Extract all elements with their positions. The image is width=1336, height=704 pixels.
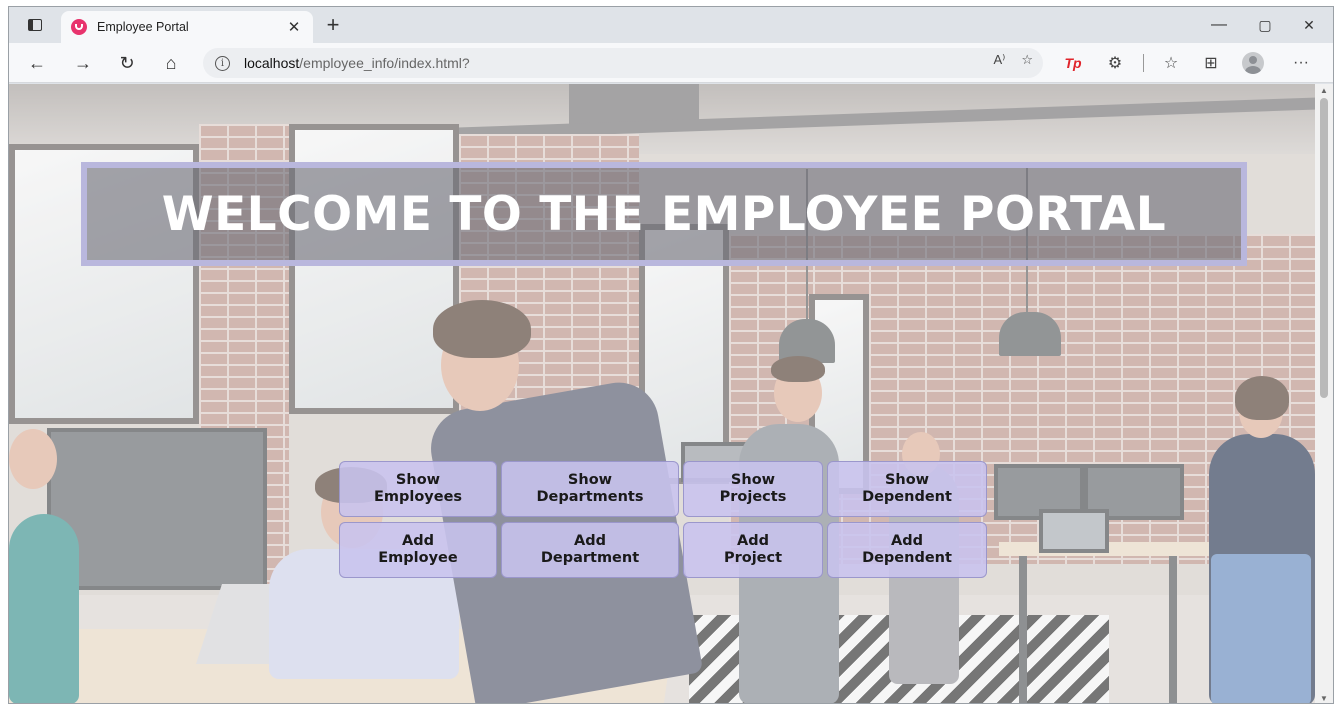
favorites-icon[interactable]: ☆ bbox=[1155, 47, 1187, 79]
site-info-icon[interactable]: i bbox=[215, 55, 230, 71]
page-viewport: WELCOME TO THE EMPLOYEE PORTAL Show Empl… bbox=[9, 84, 1317, 703]
add-department-button[interactable]: Add Department bbox=[501, 522, 679, 578]
url-host: localhost bbox=[244, 55, 300, 71]
more-options-icon[interactable]: ··· bbox=[1285, 47, 1317, 79]
back-icon[interactable]: ← bbox=[21, 47, 53, 79]
add-dependent-button[interactable]: Add Dependent bbox=[827, 522, 987, 578]
restore-button[interactable]: ▢ bbox=[1243, 7, 1287, 43]
tab-employee-portal[interactable]: Employee Portal ✕ bbox=[61, 11, 313, 43]
show-projects-button[interactable]: Show Projects bbox=[683, 461, 823, 517]
vertical-scrollbar[interactable]: ▲ ▼ bbox=[1315, 84, 1333, 703]
url-text[interactable]: localhost/employee_info/index.html? bbox=[244, 55, 470, 71]
address-bar[interactable]: i localhost/employee_info/index.html? A⁾… bbox=[203, 48, 1043, 78]
tab-title: Employee Portal bbox=[97, 20, 189, 34]
minimize-button[interactable]: — bbox=[1197, 7, 1241, 43]
tp-extension-icon[interactable]: Tp bbox=[1057, 47, 1089, 79]
scroll-up-icon[interactable]: ▲ bbox=[1320, 86, 1328, 95]
refresh-icon[interactable]: ↻ bbox=[111, 47, 143, 79]
show-departments-button[interactable]: Show Departments bbox=[501, 461, 679, 517]
collections-icon[interactable]: ⊞ bbox=[1195, 47, 1227, 79]
scrollbar-thumb[interactable] bbox=[1320, 98, 1328, 398]
browser-toolbar: ← → ↻ ⌂ i localhost/employee_info/index.… bbox=[9, 43, 1333, 83]
new-tab-button[interactable]: + bbox=[319, 11, 347, 39]
show-employees-button[interactable]: Show Employees bbox=[339, 461, 497, 517]
home-icon[interactable]: ⌂ bbox=[155, 47, 187, 79]
show-dependent-button[interactable]: Show Dependent bbox=[827, 461, 987, 517]
page-title: WELCOME TO THE EMPLOYEE PORTAL bbox=[161, 186, 1167, 242]
welcome-banner: WELCOME TO THE EMPLOYEE PORTAL bbox=[81, 162, 1247, 266]
favicon-icon bbox=[71, 19, 87, 35]
tp-label: Tp bbox=[1064, 55, 1082, 71]
tab-strip: Employee Portal ✕ + — ▢ ✕ bbox=[9, 7, 1333, 43]
profile-avatar[interactable] bbox=[1237, 47, 1269, 79]
add-employee-button[interactable]: Add Employee bbox=[339, 522, 497, 578]
read-aloud-icon[interactable]: A⁾ bbox=[993, 52, 1005, 68]
url-path: /employee_info/index.html? bbox=[299, 55, 470, 71]
tab-close-icon[interactable]: ✕ bbox=[285, 18, 303, 36]
add-favorite-icon[interactable]: ☆ bbox=[1021, 52, 1033, 68]
tab-actions-icon[interactable] bbox=[13, 7, 57, 43]
browser-window: Employee Portal ✕ + — ▢ ✕ ← → ↻ ⌂ i loca… bbox=[8, 6, 1334, 704]
close-window-button[interactable]: ✕ bbox=[1287, 7, 1331, 43]
scroll-down-icon[interactable]: ▼ bbox=[1320, 694, 1328, 703]
add-project-button[interactable]: Add Project bbox=[683, 522, 823, 578]
forward-icon[interactable]: → bbox=[67, 47, 99, 79]
